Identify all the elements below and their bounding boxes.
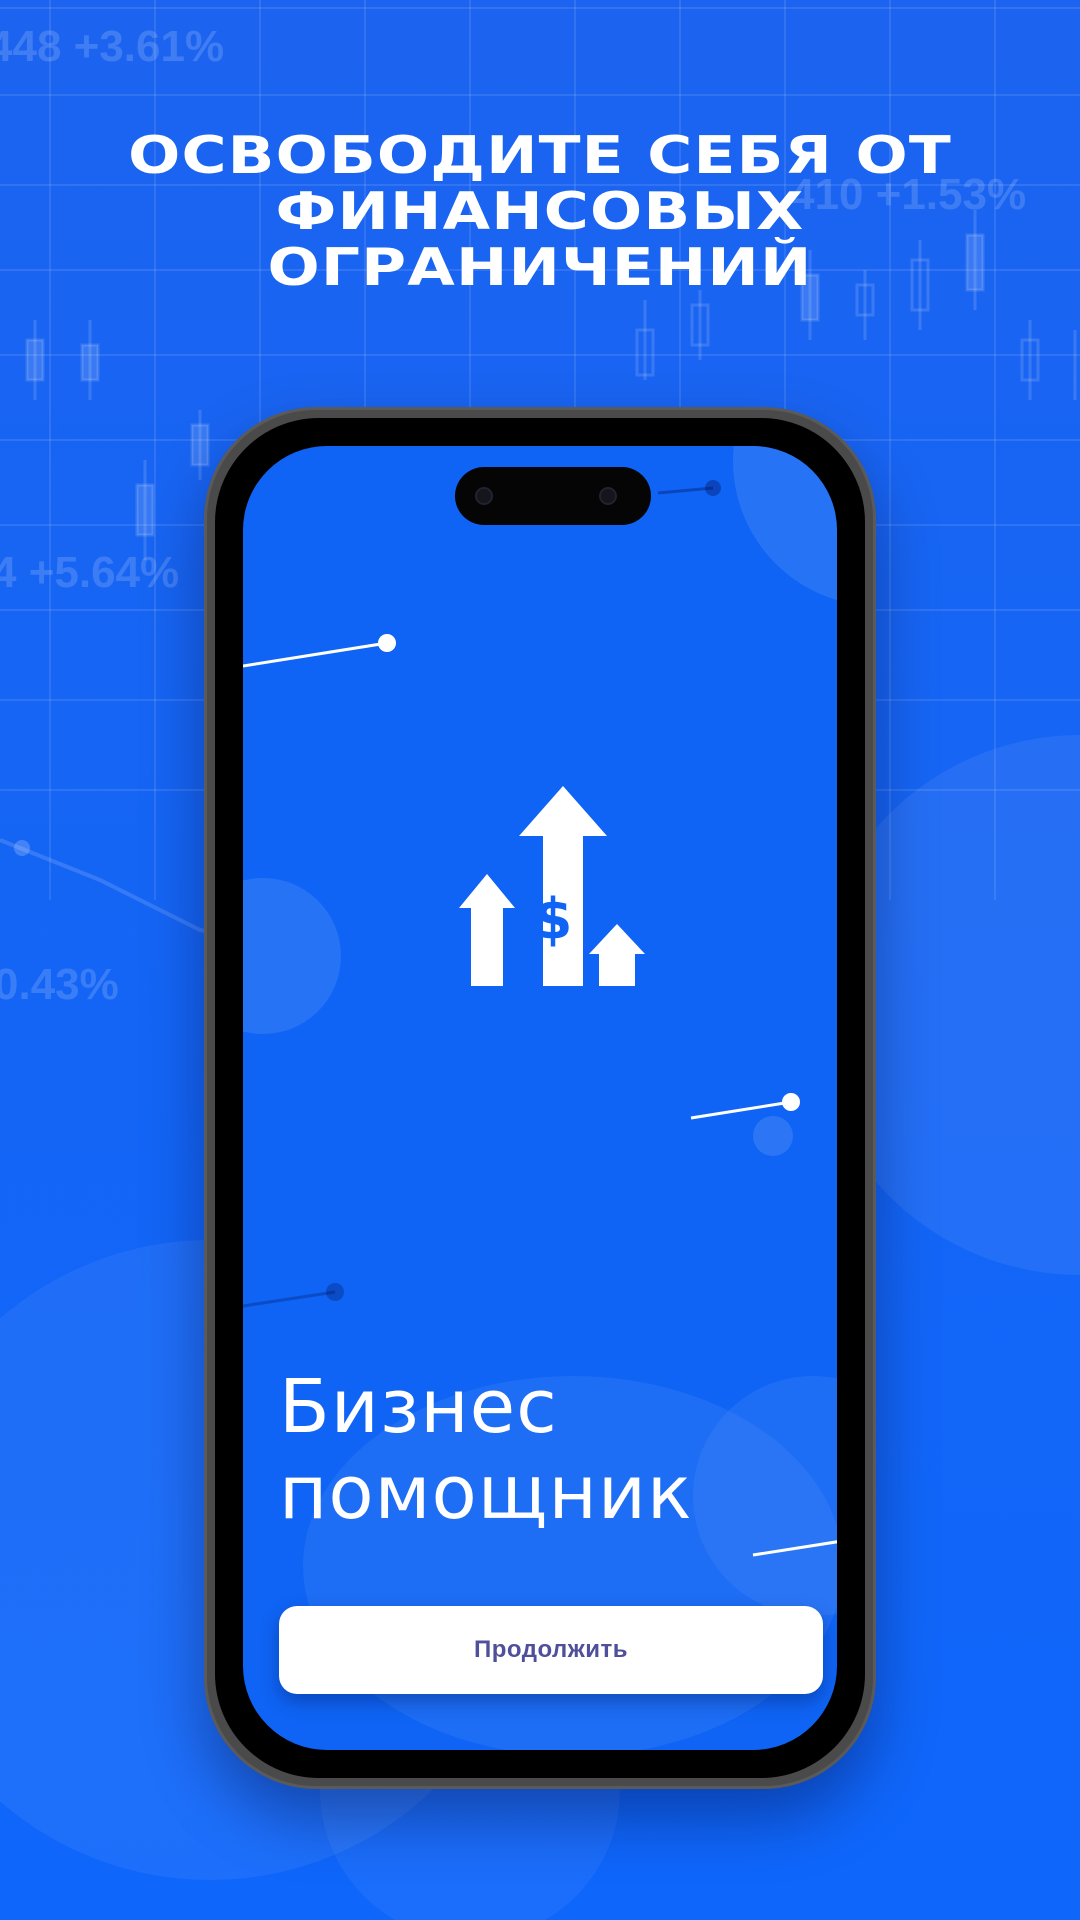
phone-bezel: $ Бизнес помощник Продолжить bbox=[215, 418, 865, 1778]
app-title: Бизнес помощник bbox=[279, 1364, 837, 1536]
headline-line: ОСВОБОДИТЕ СЕБЯ ОТ bbox=[128, 126, 952, 186]
screen-decoration bbox=[243, 446, 837, 1750]
headline-line: ОГРАНИЧЕНИЙ bbox=[267, 238, 813, 298]
dynamic-island bbox=[455, 467, 651, 525]
sensor-icon bbox=[599, 487, 617, 505]
ticker-label: 4 +5.64% bbox=[0, 548, 180, 597]
headline: ОСВОБОДИТЕ СЕБЯ ОТ ФИНАНСОВЫХ ОГРАНИЧЕНИ… bbox=[0, 128, 1080, 296]
camera-icon bbox=[475, 487, 493, 505]
ticker-label: 448 +3.61% bbox=[0, 22, 225, 71]
ticker-label: 0.43% bbox=[0, 960, 119, 1009]
app-title-line: помощник bbox=[279, 1450, 693, 1536]
headline-line: ФИНАНСОВЫХ bbox=[275, 182, 805, 242]
growth-arrows-dollar-icon: $ bbox=[459, 786, 645, 986]
continue-button[interactable]: Продолжить bbox=[279, 1606, 823, 1694]
app-title-line: Бизнес bbox=[279, 1364, 558, 1450]
phone-mockup: $ Бизнес помощник Продолжить bbox=[204, 407, 876, 1789]
app-screen: $ Бизнес помощник Продолжить bbox=[243, 446, 837, 1750]
dollar-symbol: $ bbox=[534, 887, 573, 952]
